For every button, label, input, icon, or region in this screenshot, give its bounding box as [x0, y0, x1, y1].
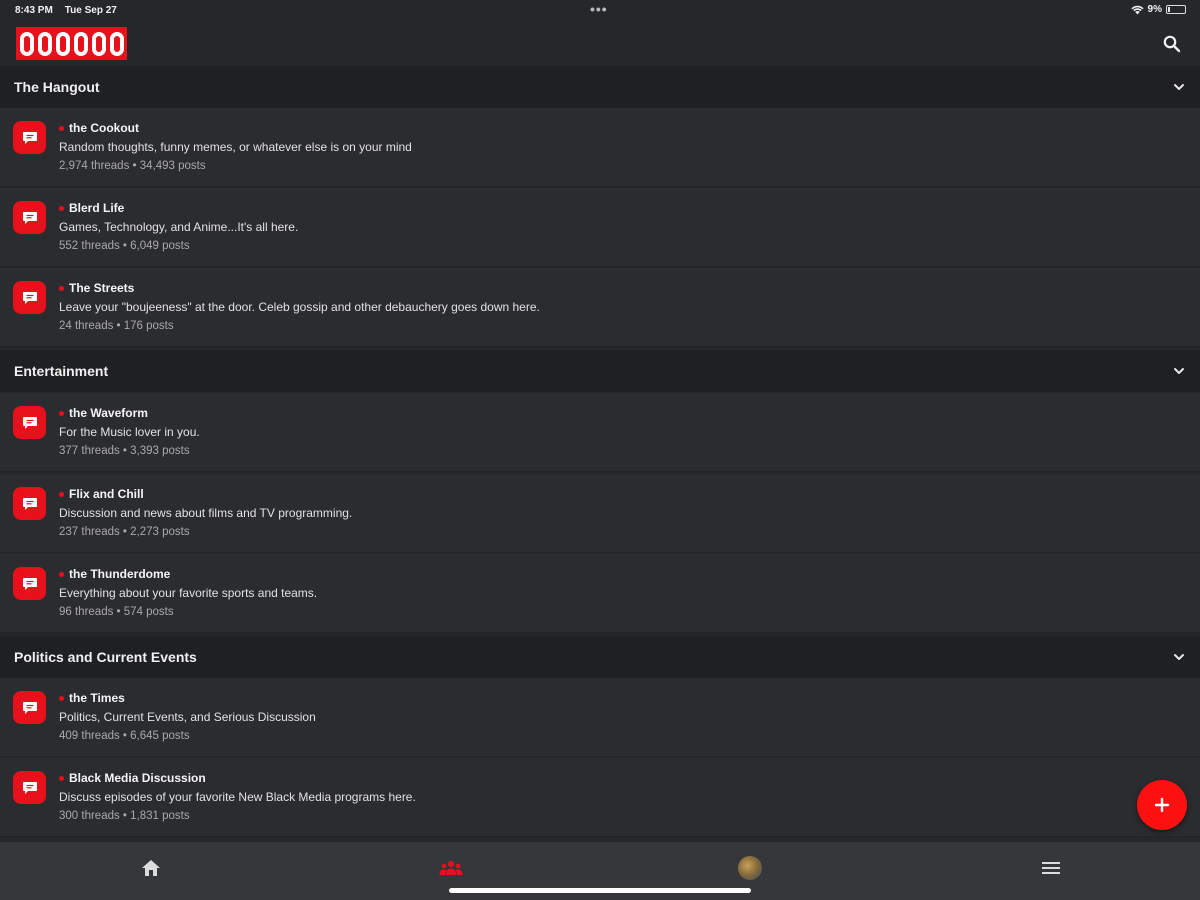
forum-row-flix-and-chill[interactable]: Flix and Chill Discussion and news about…: [0, 474, 1200, 553]
forum-name: the Waveform: [59, 405, 200, 421]
unread-dot: [59, 571, 64, 577]
forum-row-the-streets[interactable]: The Streets Leave your "boujeeness" at t…: [0, 268, 1200, 347]
status-time-date: 8:43 PM Tue Sep 27: [15, 5, 129, 16]
forum-stats: 96 threads • 574 posts: [59, 606, 174, 618]
avatar: [738, 856, 762, 880]
chevron-down-icon[interactable]: [1172, 80, 1186, 94]
forum-description: Random thoughts, funny memes, or whateve…: [59, 140, 412, 154]
chat-bubble-icon: [13, 121, 46, 154]
chat-bubble-icon: [13, 201, 46, 234]
forum-row-the-waveform[interactable]: the Waveform For the Music lover in you.…: [0, 393, 1200, 472]
forum-name: Flix and Chill: [59, 486, 352, 502]
section-title: Entertainment: [14, 363, 109, 379]
forum-name: The Streets: [59, 280, 540, 296]
wifi-icon: [1130, 5, 1144, 14]
unread-dot: [59, 695, 64, 701]
forum-row-black-media-discussion[interactable]: Black Media Discussion Discuss episodes …: [0, 758, 1200, 837]
forum-stats: 552 threads • 6,049 posts: [59, 240, 190, 252]
forum-description: Discussion and news about films and TV p…: [59, 506, 353, 520]
chat-bubble-icon: [13, 691, 46, 724]
forum-description: Games, Technology, and Anime...It's all …: [59, 220, 299, 234]
tab-profile[interactable]: [738, 856, 762, 880]
plus-icon: [1154, 797, 1170, 813]
status-indicators: 9%: [1130, 4, 1186, 15]
battery-icon: [1166, 5, 1186, 14]
unread-dot: [59, 775, 64, 781]
chat-bubble-icon: [13, 406, 46, 439]
battery-percent: 9%: [1147, 4, 1162, 15]
section-header-the-hangout[interactable]: The Hangout: [0, 66, 1200, 108]
forum-name: Black Media Discussion: [59, 770, 416, 786]
unread-dot: [59, 491, 64, 497]
app-logo[interactable]: [16, 27, 127, 60]
chat-bubble-icon: [13, 281, 46, 314]
unread-dot: [59, 285, 64, 291]
tab-community[interactable]: [439, 856, 463, 880]
status-bar: 8:43 PM Tue Sep 27 ••• 9%: [0, 0, 1200, 22]
forum-row-the-times[interactable]: the Times Politics, Current Events, and …: [0, 678, 1200, 757]
chevron-down-icon[interactable]: [1172, 364, 1186, 378]
forum-stats: 377 threads • 3,393 posts: [59, 445, 190, 457]
search-button[interactable]: [1162, 34, 1182, 54]
forum-description: Politics, Current Events, and Serious Di…: [59, 710, 316, 724]
unread-dot: [59, 205, 64, 211]
forum-row-blerd-life[interactable]: Blerd Life Games, Technology, and Anime.…: [0, 188, 1200, 267]
unread-dot: [59, 410, 64, 416]
search-icon: [1163, 35, 1181, 53]
menu-icon: [1042, 862, 1060, 874]
section-title: The Hangout: [14, 79, 100, 95]
tab-menu[interactable]: [1039, 856, 1063, 880]
tab-home[interactable]: [139, 856, 163, 880]
status-date: Tue Sep 27: [64, 5, 117, 16]
new-thread-button[interactable]: [1137, 780, 1187, 830]
section-title: Politics and Current Events: [14, 649, 197, 665]
forum-stats: 2,974 threads • 34,493 posts: [59, 160, 206, 172]
chevron-down-icon[interactable]: [1172, 650, 1186, 664]
forum-name: the Thunderdome: [59, 566, 317, 582]
forum-name: Blerd Life: [59, 200, 298, 216]
forum-description: Leave your "boujeeness" at the door. Cel…: [59, 300, 540, 314]
forum-description: Discuss episodes of your favorite New Bl…: [59, 790, 416, 804]
section-header-politics-and-current-events[interactable]: Politics and Current Events: [0, 636, 1200, 678]
status-time: 8:43 PM: [15, 5, 53, 16]
forum-stats: 300 threads • 1,831 posts: [59, 810, 190, 822]
forum-description: Everything about your favorite sports an…: [59, 586, 318, 600]
forum-name: the Cookout: [59, 120, 412, 136]
forum-name: the Times: [59, 690, 316, 706]
app-bar: [0, 22, 1200, 66]
chat-bubble-icon: [13, 487, 46, 520]
chat-bubble-icon: [13, 567, 46, 600]
unread-dot: [59, 125, 64, 131]
forum-stats: 24 threads • 176 posts: [59, 320, 174, 332]
forum-row-the-thunderdome[interactable]: the Thunderdome Everything about your fa…: [0, 554, 1200, 633]
multitasking-dots-icon[interactable]: •••: [590, 1, 608, 17]
home-indicator[interactable]: [449, 888, 751, 893]
forum-stats: 409 threads • 6,645 posts: [59, 730, 190, 742]
community-icon: [439, 861, 463, 875]
home-icon: [142, 860, 160, 876]
forum-description: For the Music lover in you.: [59, 425, 200, 439]
section-header-entertainment[interactable]: Entertainment: [0, 350, 1200, 392]
forum-stats: 237 threads • 2,273 posts: [59, 526, 190, 538]
forum-row-the-cookout[interactable]: the Cookout Random thoughts, funny memes…: [0, 108, 1200, 187]
chat-bubble-icon: [13, 771, 46, 804]
